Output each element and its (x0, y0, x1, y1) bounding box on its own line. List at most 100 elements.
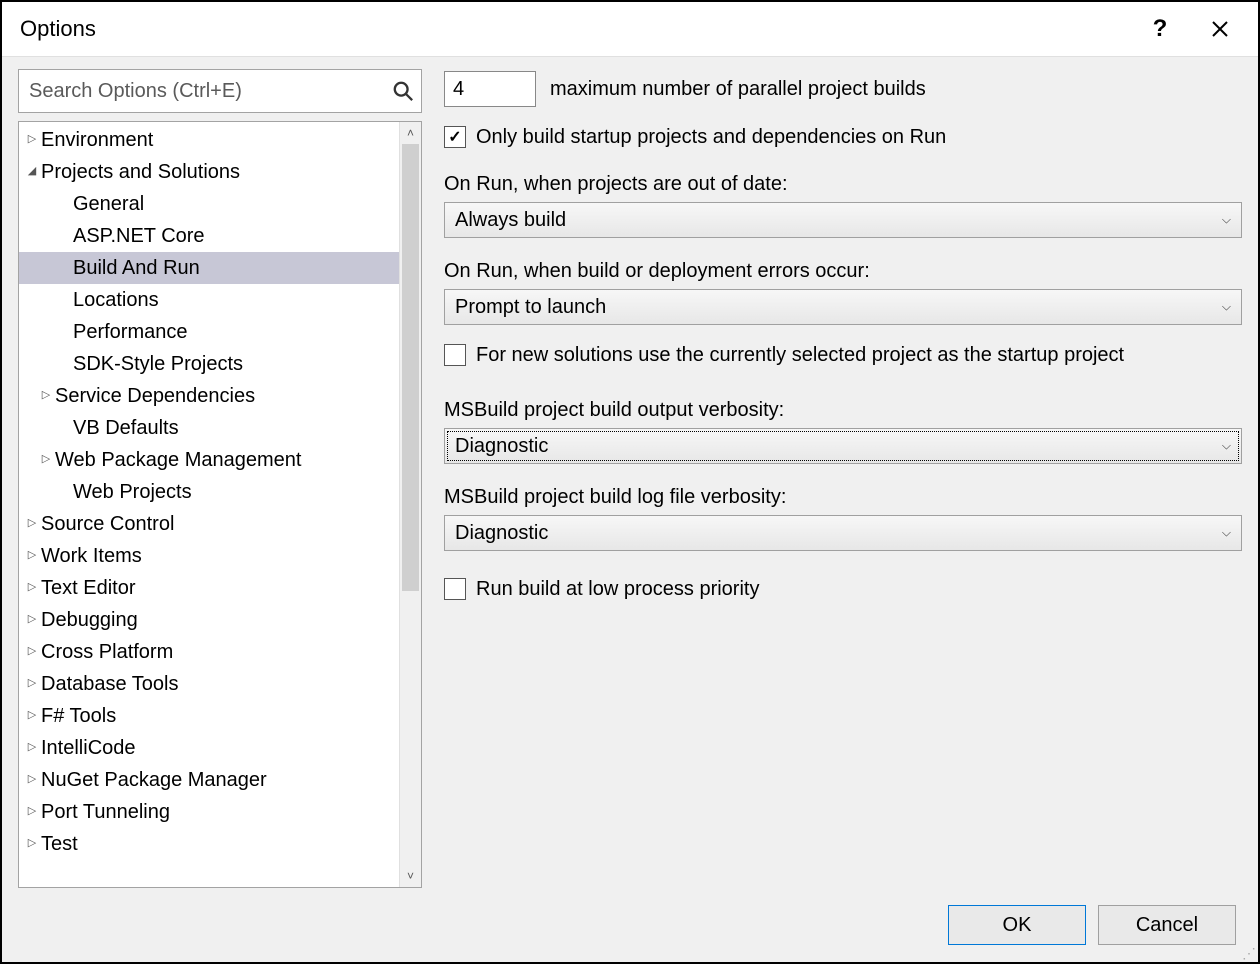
tree-item-label: Projects and Solutions (41, 157, 240, 188)
parallel-builds-row: maximum number of parallel project build… (444, 71, 1242, 107)
tree-scrollbar[interactable]: ˄ ˅ (399, 122, 421, 887)
cancel-button[interactable]: Cancel (1098, 905, 1236, 945)
parallel-builds-input[interactable] (444, 71, 536, 107)
tree-wrap: ▷Environment◢Projects and SolutionsGener… (18, 121, 422, 888)
chevron-down-icon: ⌵ (1222, 526, 1231, 541)
tree-item-test[interactable]: ▷Test (19, 828, 399, 860)
tree-item-projects-and-solutions[interactable]: ◢Projects and Solutions (19, 156, 399, 188)
out-of-date-value: Always build (455, 209, 566, 232)
tree-item-service-dependencies[interactable]: ▷Service Dependencies (19, 380, 399, 412)
search-wrap (18, 69, 422, 113)
output-verbosity-label: MSBuild project build output verbosity: (444, 399, 1242, 422)
arrow-collapsed-icon: ▷ (25, 803, 39, 820)
scroll-track[interactable] (400, 144, 421, 865)
options-tree[interactable]: ▷Environment◢Projects and SolutionsGener… (19, 122, 399, 887)
build-errors-combo[interactable]: Prompt to launch ⌵ (444, 289, 1242, 325)
arrow-collapsed-icon: ▷ (39, 387, 53, 404)
search-input[interactable] (18, 69, 422, 113)
tree-item-label: Text Editor (41, 573, 135, 604)
tree-item-label: Web Package Management (55, 445, 301, 476)
log-verbosity-combo[interactable]: Diagnostic ⌵ (444, 515, 1242, 551)
arrow-collapsed-icon: ▷ (25, 131, 39, 148)
parallel-builds-label: maximum number of parallel project build… (550, 78, 926, 101)
tree-item-label: Work Items (41, 541, 142, 572)
out-of-date-label: On Run, when projects are out of date: (444, 173, 1242, 196)
tree-item-locations[interactable]: Locations (19, 284, 399, 316)
only-startup-label: Only build startup projects and dependen… (476, 123, 946, 151)
tree-item-label: Web Projects (73, 477, 192, 508)
arrow-collapsed-icon: ▷ (25, 771, 39, 788)
resize-grip-icon[interactable]: ⋰ (1242, 946, 1256, 960)
arrow-collapsed-icon: ▷ (25, 643, 39, 660)
arrow-collapsed-icon: ▷ (25, 739, 39, 756)
output-verbosity-value: Diagnostic (455, 435, 548, 458)
low-priority-checkbox[interactable] (444, 578, 466, 600)
new-solutions-label: For new solutions use the currently sele… (476, 341, 1124, 369)
tree-item-f-tools[interactable]: ▷F# Tools (19, 700, 399, 732)
tree-item-text-editor[interactable]: ▷Text Editor (19, 572, 399, 604)
tree-item-cross-platform[interactable]: ▷Cross Platform (19, 636, 399, 668)
tree-item-label: Service Dependencies (55, 381, 255, 412)
close-icon (1211, 20, 1229, 38)
tree-item-label: Database Tools (41, 669, 179, 700)
chevron-down-icon: ⌵ (1222, 300, 1231, 315)
out-of-date-combo[interactable]: Always build ⌵ (444, 202, 1242, 238)
tree-item-nuget-package-manager[interactable]: ▷NuGet Package Manager (19, 764, 399, 796)
new-solutions-row[interactable]: For new solutions use the currently sele… (444, 341, 1242, 369)
tree-item-label: Build And Run (73, 253, 200, 284)
tree-item-intellicode[interactable]: ▷IntelliCode (19, 732, 399, 764)
tree-item-asp-net-core[interactable]: ASP.NET Core (19, 220, 399, 252)
arrow-collapsed-icon: ▷ (25, 611, 39, 628)
tree-item-label: Debugging (41, 605, 138, 636)
tree-item-web-projects[interactable]: Web Projects (19, 476, 399, 508)
arrow-collapsed-icon: ▷ (25, 707, 39, 724)
scroll-thumb[interactable] (402, 144, 419, 591)
tree-item-port-tunneling[interactable]: ▷Port Tunneling (19, 796, 399, 828)
build-errors-value: Prompt to launch (455, 296, 606, 319)
tree-item-label: Cross Platform (41, 637, 173, 668)
settings-pane: maximum number of parallel project build… (444, 69, 1242, 888)
tree-item-label: IntelliCode (41, 733, 136, 764)
tree-item-label: Performance (73, 317, 188, 348)
tree-item-label: General (73, 189, 144, 220)
tree-item-work-items[interactable]: ▷Work Items (19, 540, 399, 572)
tree-item-label: F# Tools (41, 701, 116, 732)
output-verbosity-combo[interactable]: Diagnostic ⌵ (444, 428, 1242, 464)
left-column: ▷Environment◢Projects and SolutionsGener… (18, 69, 422, 888)
tree-item-performance[interactable]: Performance (19, 316, 399, 348)
ok-button[interactable]: OK (948, 905, 1086, 945)
scroll-down-icon[interactable]: ˅ (407, 865, 414, 887)
main-area: ▷Environment◢Projects and SolutionsGener… (2, 56, 1258, 888)
tree-item-vb-defaults[interactable]: VB Defaults (19, 412, 399, 444)
only-startup-checkbox[interactable] (444, 126, 466, 148)
arrow-collapsed-icon: ▷ (39, 451, 53, 468)
low-priority-label: Run build at low process priority (476, 575, 759, 603)
tree-item-general[interactable]: General (19, 188, 399, 220)
arrow-collapsed-icon: ▷ (25, 515, 39, 532)
chevron-down-icon: ⌵ (1222, 213, 1231, 228)
new-solutions-checkbox[interactable] (444, 344, 466, 366)
arrow-collapsed-icon: ▷ (25, 579, 39, 596)
tree-item-label: Port Tunneling (41, 797, 170, 828)
low-priority-row[interactable]: Run build at low process priority (444, 575, 1242, 603)
scroll-up-icon[interactable]: ˄ (407, 122, 414, 144)
titlebar: Options ? (2, 2, 1258, 56)
tree-item-label: Test (41, 829, 78, 860)
help-button[interactable]: ? (1140, 9, 1180, 49)
button-bar: OK Cancel (2, 888, 1258, 962)
tree-item-source-control[interactable]: ▷Source Control (19, 508, 399, 540)
log-verbosity-value: Diagnostic (455, 522, 548, 545)
tree-item-sdk-style-projects[interactable]: SDK-Style Projects (19, 348, 399, 380)
close-button[interactable] (1200, 9, 1240, 49)
arrow-collapsed-icon: ▷ (25, 547, 39, 564)
tree-item-build-and-run[interactable]: Build And Run (19, 252, 399, 284)
tree-item-label: Locations (73, 285, 159, 316)
tree-item-database-tools[interactable]: ▷Database Tools (19, 668, 399, 700)
tree-item-web-package-management[interactable]: ▷Web Package Management (19, 444, 399, 476)
arrow-collapsed-icon: ▷ (25, 835, 39, 852)
tree-item-environment[interactable]: ▷Environment (19, 124, 399, 156)
only-startup-row[interactable]: Only build startup projects and dependen… (444, 123, 1242, 151)
tree-item-debugging[interactable]: ▷Debugging (19, 604, 399, 636)
tree-item-label: SDK-Style Projects (73, 349, 243, 380)
tree-item-label: VB Defaults (73, 413, 179, 444)
